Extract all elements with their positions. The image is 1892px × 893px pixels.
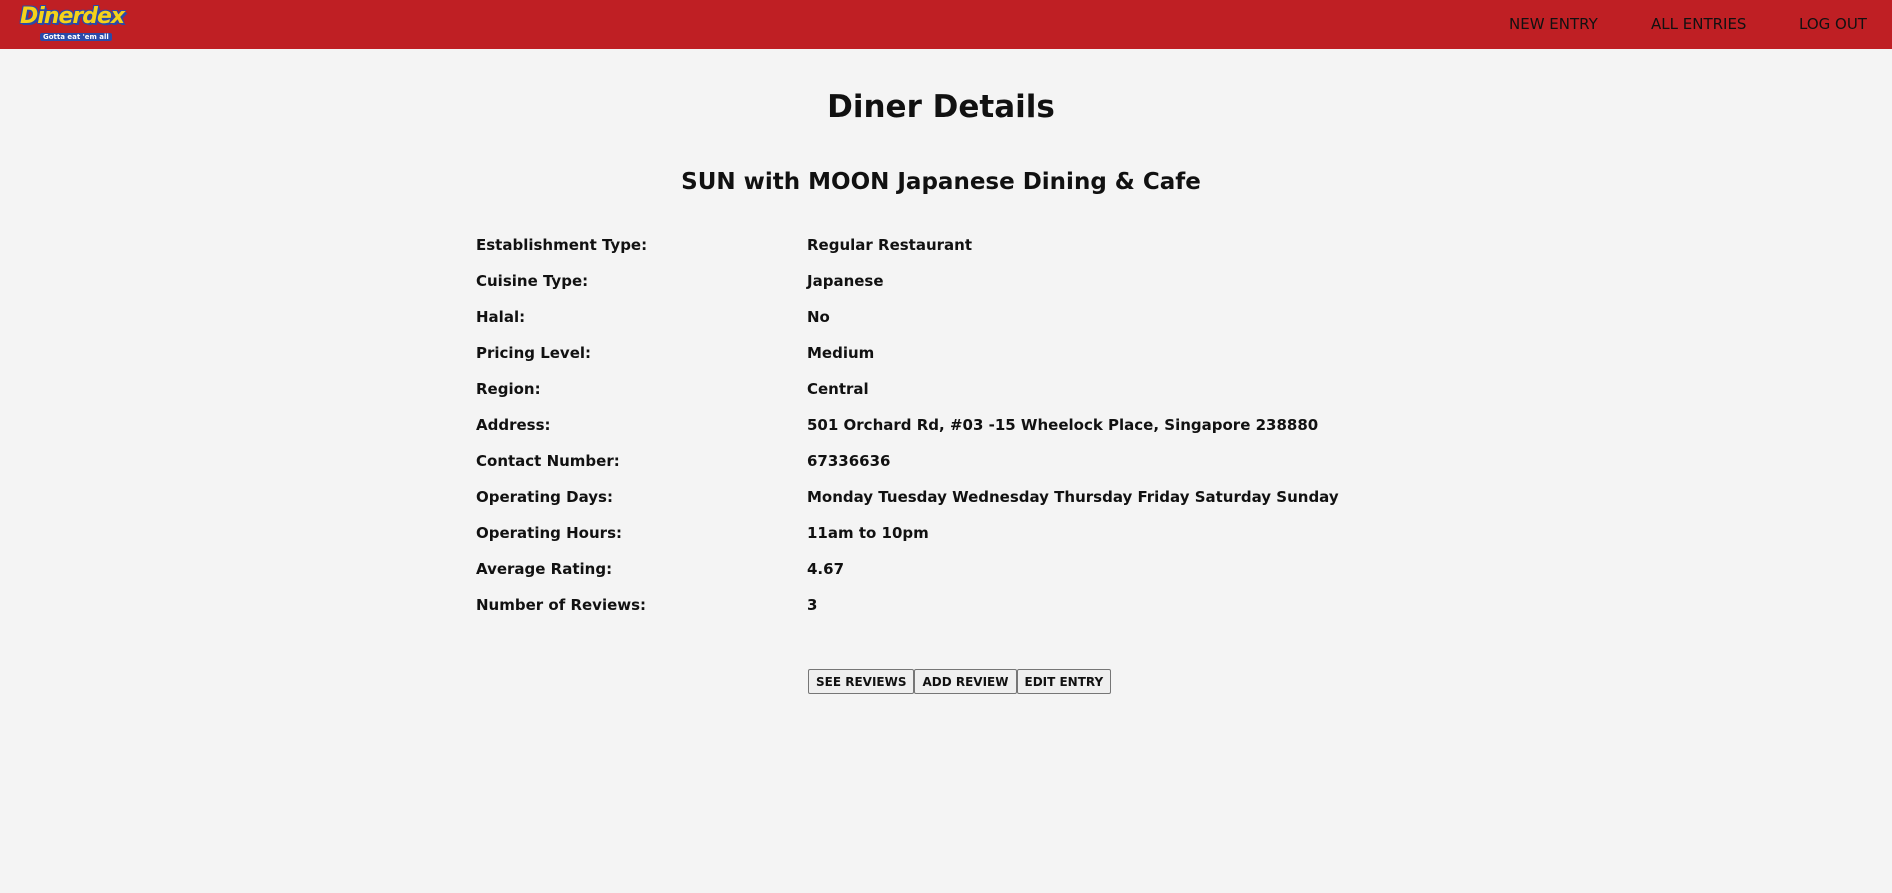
detail-row-region: Region: Central [476,377,1376,413]
detail-label: Address: [476,416,551,434]
detail-label: Cuisine Type: [476,272,589,290]
detail-label: Establishment Type: [476,236,648,254]
diner-name: SUN with MOON Japanese Dining & Cafe [681,169,1201,195]
detail-label: Operating Hours: [476,524,622,542]
detail-value: Central [807,380,869,398]
detail-row-pricing-level: Pricing Level: Medium [476,341,1376,377]
detail-label: Number of Reviews: [476,596,647,614]
detail-row-address: Address: 501 Orchard Rd, #03 -15 Wheeloc… [476,413,1376,449]
detail-row-average-rating: Average Rating: 4.67 [476,557,1376,593]
detail-row-contact-number: Contact Number: 67336636 [476,449,1376,485]
detail-label: Region: [476,380,541,398]
logo-tagline: Gotta eat 'em all [40,33,112,41]
detail-value: No [807,308,830,326]
detail-value: 501 Orchard Rd, #03 -15 Wheelock Place, … [807,416,1319,434]
add-review-button[interactable]: ADD REVIEW [914,669,1017,694]
detail-label: Average Rating: [476,560,613,578]
detail-row-halal: Halal: No [476,305,1376,341]
detail-row-cuisine-type: Cuisine Type: Japanese [476,269,1376,305]
detail-value: Regular Restaurant [807,236,973,254]
nav-all-entries-link[interactable]: ALL ENTRIES [1651,15,1746,33]
dinerdex-logo[interactable]: Dinerdex Gotta eat 'em all [20,4,125,46]
logo-wordmark: Dinerdex [20,4,125,29]
edit-entry-button[interactable]: EDIT ENTRY [1016,669,1112,694]
detail-value: Japanese [807,272,884,290]
detail-value: 3 [807,596,818,614]
page-title: Diner Details [827,89,1055,125]
detail-label: Contact Number: [476,452,620,470]
detail-row-operating-hours: Operating Hours: 11am to 10pm [476,521,1376,557]
detail-row-operating-days: Operating Days: Monday Tuesday Wednesday… [476,485,1376,521]
detail-label: Pricing Level: [476,344,592,362]
detail-value: 67336636 [807,452,891,470]
detail-value: 4.67 [807,560,845,578]
detail-value: Monday Tuesday Wednesday Thursday Friday… [807,488,1339,506]
detail-row-number-of-reviews: Number of Reviews: 3 [476,593,1376,629]
nav-new-entry-link[interactable]: NEW ENTRY [1509,15,1598,33]
detail-label: Halal: [476,308,526,326]
diner-details-list: Establishment Type: Regular Restaurant C… [476,233,1376,629]
see-reviews-button[interactable]: SEE REVIEWS [808,669,915,694]
detail-value: Medium [807,344,875,362]
diner-actions: SEE REVIEWS ADD REVIEW EDIT ENTRY [808,669,1112,694]
detail-value: 11am to 10pm [807,524,929,542]
detail-label: Operating Days: [476,488,613,506]
nav-log-out-link[interactable]: LOG OUT [1799,15,1867,33]
detail-row-establishment-type: Establishment Type: Regular Restaurant [476,233,1376,269]
top-navbar: Dinerdex Gotta eat 'em all NEW ENTRY ALL… [0,0,1892,49]
